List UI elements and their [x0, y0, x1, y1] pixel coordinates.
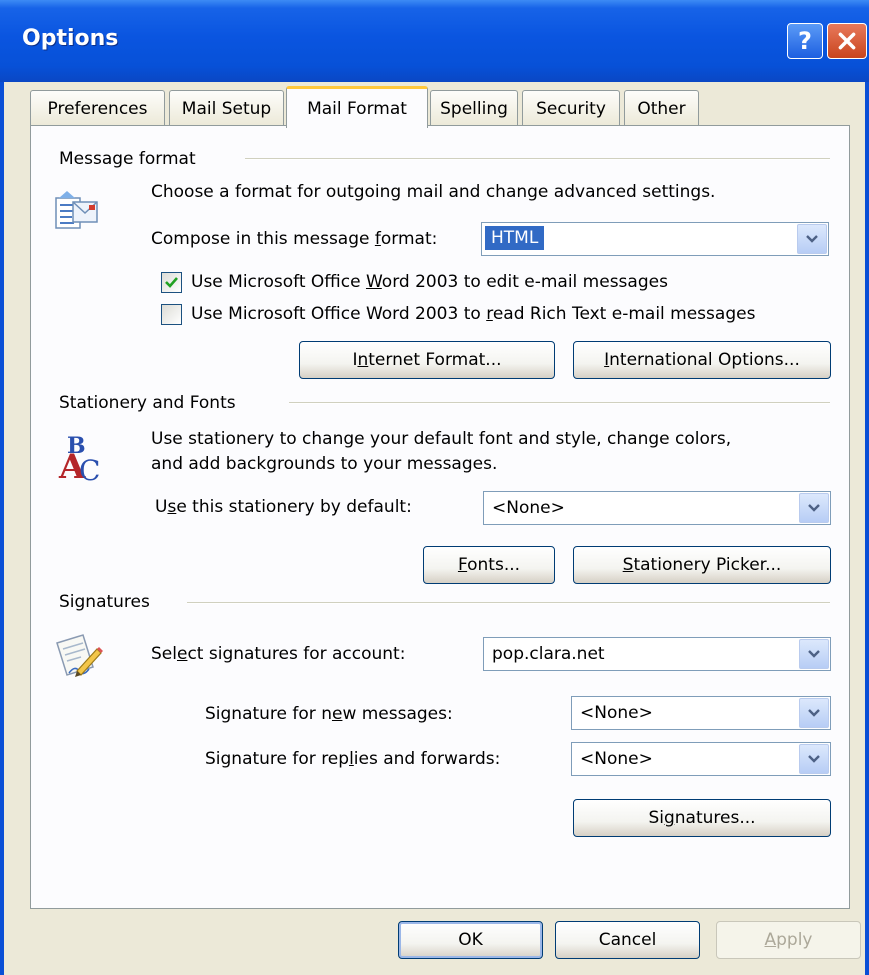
default-stationery-dropdown-arrow[interactable]	[799, 493, 829, 523]
window-title: Options	[22, 26, 119, 51]
compose-format-value: HTML	[485, 226, 545, 250]
signatures-icon	[56, 634, 103, 677]
apply-button-label: Apply	[764, 930, 813, 950]
word-read-checkbox[interactable]	[161, 304, 182, 325]
international-options-button[interactable]: International Options...	[573, 341, 831, 379]
close-button[interactable]	[827, 23, 867, 59]
compose-format-label: Compose in this message format:	[151, 229, 438, 249]
message-format-group-label: Message format	[59, 149, 196, 169]
signature-account-dropdown-arrow[interactable]	[799, 639, 829, 669]
help-button[interactable]: ?	[787, 23, 823, 59]
signatures-button[interactable]: Signatures...	[573, 799, 831, 837]
word-read-label: Use Microsoft Office Word 2003 to read R…	[191, 304, 756, 324]
signatures-group-label: Signatures	[59, 592, 150, 612]
tab-label: Mail Format	[307, 98, 407, 119]
fonts-button[interactable]: Fonts...	[423, 546, 555, 584]
tab-other[interactable]: Other	[624, 90, 699, 126]
stationery-fonts-icon: A B C	[58, 433, 100, 485]
message-format-description: Choose a format for outgoing mail and ch…	[151, 182, 716, 202]
stationery-description-line2: and add backgrounds to your messages.	[151, 454, 498, 474]
replies-signature-label: Signature for replies and forwards:	[205, 749, 501, 769]
default-stationery-label: Use this stationery by default:	[155, 497, 412, 517]
message-format-separator	[245, 158, 830, 160]
chevron-down-icon	[808, 504, 820, 512]
default-stationery-dropdown[interactable]: <None>	[483, 491, 831, 525]
new-message-signature-dropdown-arrow[interactable]	[799, 698, 829, 728]
replies-signature-dropdown[interactable]: <None>	[571, 742, 831, 776]
signatures-button-label: Signatures...	[648, 808, 756, 828]
new-message-signature-value: <None>	[580, 703, 653, 723]
tab-preferences[interactable]: Preferences	[30, 90, 165, 126]
checkmark-icon	[165, 277, 178, 288]
signature-account-value: pop.clara.net	[492, 644, 605, 664]
internet-format-label: Internet Format...	[352, 350, 502, 370]
signatures-separator	[187, 602, 830, 604]
compose-format-dropdown[interactable]: HTML	[481, 222, 829, 256]
tab-mail-setup[interactable]: Mail Setup	[169, 90, 284, 126]
help-icon: ?	[798, 27, 812, 55]
default-stationery-value: <None>	[492, 498, 565, 518]
tab-security[interactable]: Security	[522, 90, 620, 126]
apply-button[interactable]: Apply	[716, 921, 861, 959]
ok-button-label: OK	[458, 930, 483, 950]
tab-spelling[interactable]: Spelling	[430, 90, 518, 126]
ok-button[interactable]: OK	[398, 921, 543, 959]
fonts-button-label: Fonts...	[457, 555, 521, 575]
cancel-button[interactable]: Cancel	[555, 921, 700, 959]
tab-label: Other	[637, 98, 686, 119]
stationery-description-line1: Use stationery to change your default fo…	[151, 429, 732, 449]
chevron-down-icon	[806, 235, 818, 243]
message-format-icon	[55, 191, 98, 229]
new-message-signature-dropdown[interactable]: <None>	[571, 696, 831, 730]
stationery-group-label: Stationery and Fonts	[59, 393, 236, 413]
word-edit-label: Use Microsoft Office Word 2003 to edit e…	[191, 272, 668, 292]
tab-mail-format[interactable]: Mail Format	[286, 86, 428, 128]
cancel-button-label: Cancel	[598, 930, 657, 950]
replies-signature-value: <None>	[580, 749, 653, 769]
international-options-label: International Options...	[604, 350, 800, 370]
word-edit-checkbox[interactable]	[161, 272, 182, 293]
stationery-separator	[289, 402, 830, 404]
stationery-picker-label: Stationery Picker...	[622, 555, 782, 575]
internet-format-button[interactable]: Internet Format...	[299, 341, 555, 379]
tab-label: Security	[536, 98, 606, 119]
title-bar[interactable]: Options ?	[0, 0, 869, 82]
account-signatures-label: Select signatures for account:	[151, 644, 406, 664]
chevron-down-icon	[808, 650, 820, 658]
new-message-signature-label: Signature for new messages:	[205, 704, 453, 724]
stationery-picker-button[interactable]: Stationery Picker...	[573, 546, 831, 584]
mail-format-panel: Message format Choose a format for outgo…	[30, 125, 850, 909]
compose-format-dropdown-arrow[interactable]	[797, 224, 827, 254]
tab-label: Spelling	[440, 98, 508, 119]
tab-label: Mail Setup	[181, 98, 272, 119]
svg-text:C: C	[79, 454, 100, 485]
chevron-down-icon	[808, 755, 820, 763]
chevron-down-icon	[808, 709, 820, 717]
signature-account-dropdown[interactable]: pop.clara.net	[483, 637, 831, 671]
close-icon	[838, 32, 856, 50]
tab-label: Preferences	[47, 98, 148, 119]
replies-signature-dropdown-arrow[interactable]	[799, 744, 829, 774]
